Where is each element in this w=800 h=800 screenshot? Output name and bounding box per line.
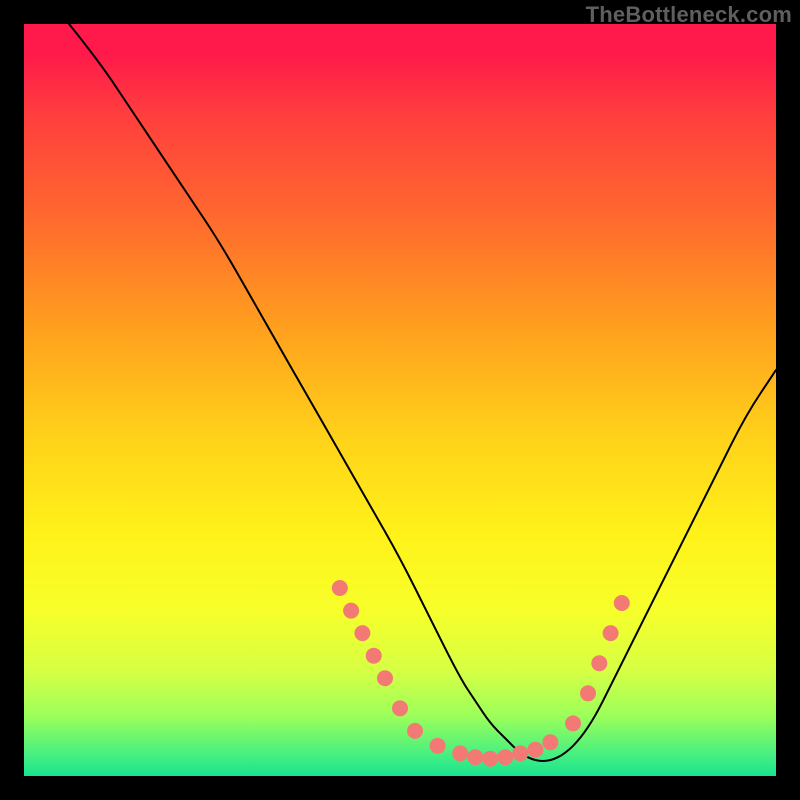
background-gradient	[24, 24, 776, 776]
plot-area	[24, 24, 776, 776]
watermark-text: TheBottleneck.com	[586, 2, 792, 28]
chart-frame: TheBottleneck.com	[0, 0, 800, 800]
